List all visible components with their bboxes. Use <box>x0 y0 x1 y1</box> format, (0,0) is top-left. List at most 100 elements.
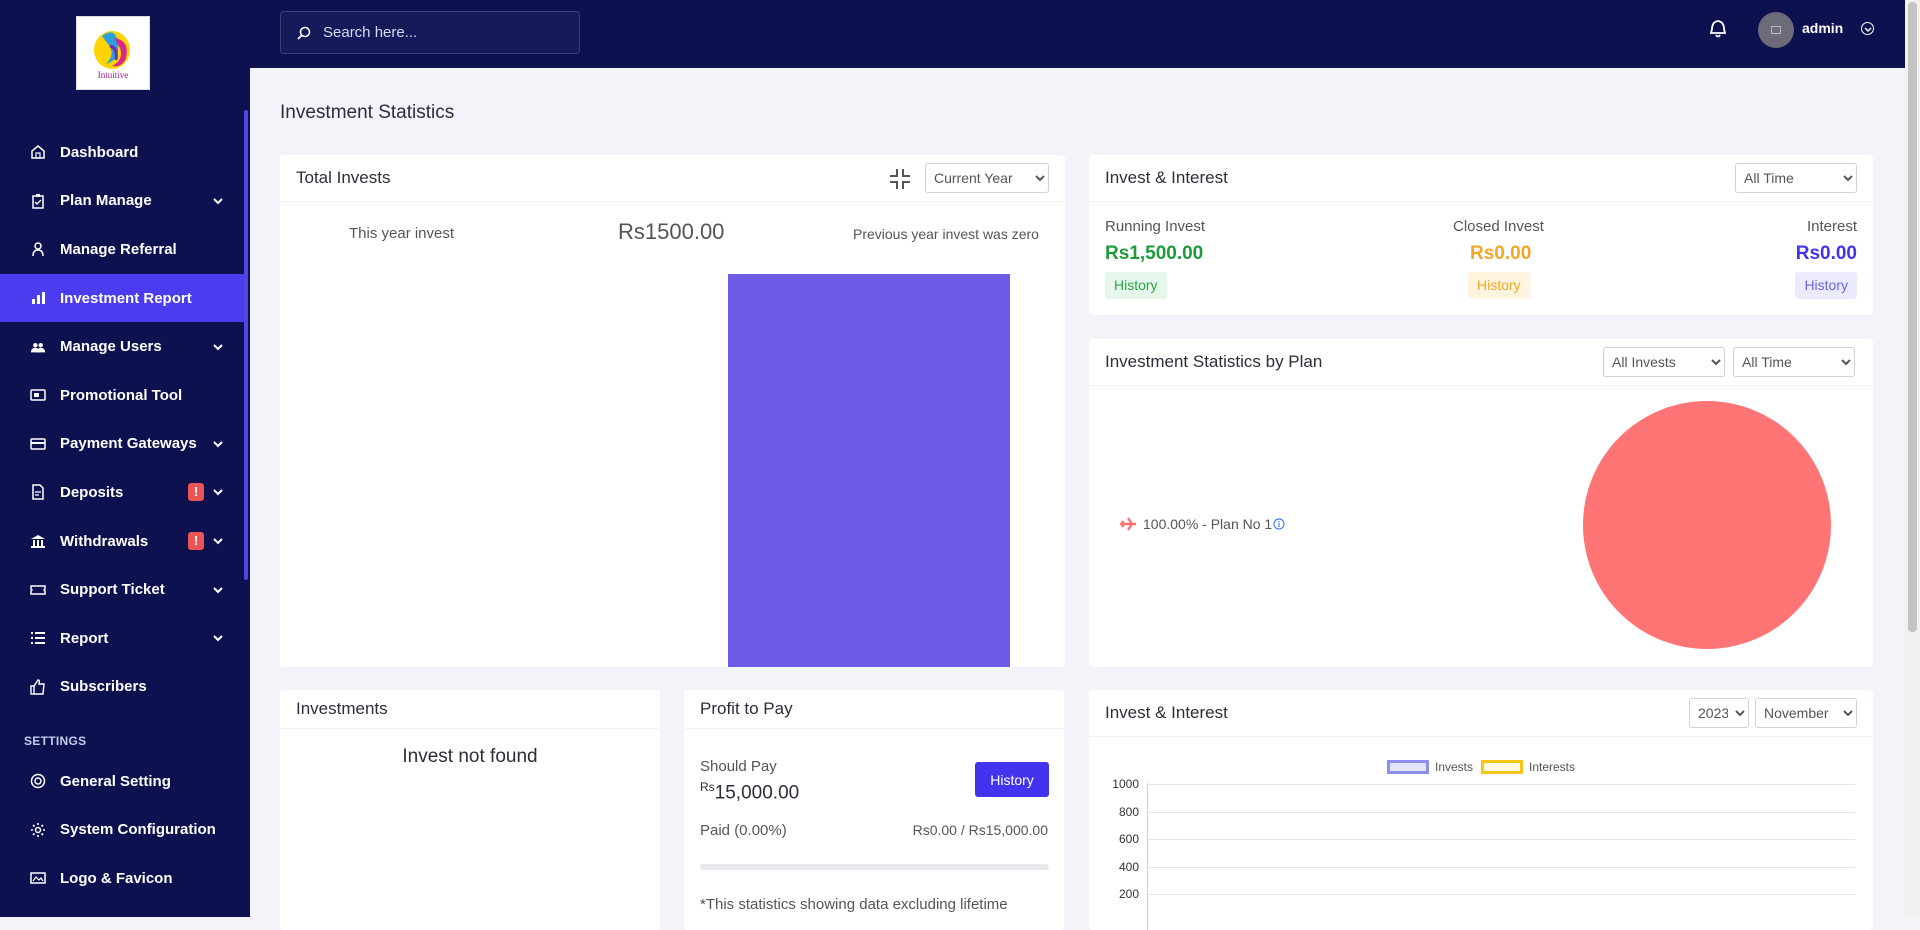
referral-icon <box>30 241 46 257</box>
bank-icon <box>30 533 46 549</box>
year-select[interactable]: 2023 <box>1689 698 1749 728</box>
paid-value: Rs0.00 / Rs15,000.00 <box>912 822 1048 838</box>
chevron-down-icon <box>213 635 223 642</box>
chevron-down-icon <box>213 198 223 205</box>
sidebar-item-label: Subscribers <box>60 678 147 696</box>
interest-value: Rs0.00 <box>1795 243 1857 264</box>
statistics-note: *This statistics showing data excluding … <box>700 896 1008 913</box>
sidebar-nav: Dashboard Plan Manage Manage Referral In… <box>0 128 244 711</box>
sidebar-item-logo-favicon[interactable]: Logo & Favicon <box>0 854 244 903</box>
info-icon[interactable] <box>1273 518 1285 530</box>
y-axis <box>1147 783 1148 930</box>
search-box[interactable] <box>280 11 580 54</box>
page-title: Investment Statistics <box>280 102 455 123</box>
total-invests-period-select[interactable]: Current Year <box>925 163 1049 193</box>
page-scrollbar-thumb[interactable] <box>1908 2 1917 632</box>
sidebar-item-plan-manage[interactable]: Plan Manage <box>0 177 244 226</box>
this-year-amount: Rs1500.00 <box>618 219 725 244</box>
sidebar-item-label: Deposits <box>60 483 124 501</box>
search-input[interactable] <box>323 24 563 41</box>
broken-image-icon <box>1771 26 1781 34</box>
sidebar-item-general-setting[interactable]: General Setting <box>0 757 244 806</box>
image-icon <box>30 870 46 886</box>
sidebar-item-label: Logo & Favicon <box>60 869 173 887</box>
legend-interests[interactable]: Interests <box>1481 760 1575 774</box>
sidebar-item-label: Payment Gateways <box>60 435 197 453</box>
sidebar-item-label: System Configuration <box>60 821 216 839</box>
username[interactable]: admin <box>1802 20 1843 36</box>
sidebar-item-promotional-tool[interactable]: Promotional Tool <box>0 371 244 420</box>
list-icon <box>30 630 46 646</box>
top-bar: admin <box>250 0 1905 68</box>
sidebar-item-payment-gateways[interactable]: Payment Gateways <box>0 420 244 469</box>
credit-card-icon <box>30 436 46 452</box>
statistics-by-plan-card: Investment Statistics by Plan All Invest… <box>1089 339 1873 667</box>
ticket-icon <box>30 582 46 598</box>
invest-interest-period-select[interactable]: All Time <box>1735 163 1857 193</box>
bar-chart-icon <box>30 290 46 306</box>
interests-swatch <box>1481 760 1523 774</box>
invest-bar <box>728 274 1010 667</box>
sidebar-item-withdrawals[interactable]: Withdrawals ! <box>0 517 244 566</box>
page-scrollbar[interactable] <box>1905 0 1920 917</box>
sidebar-item-support-ticket[interactable]: Support Ticket <box>0 565 244 614</box>
interest-history-button[interactable]: History <box>1795 272 1857 299</box>
should-pay-value: 15,000.00 <box>714 782 800 804</box>
compress-icon[interactable] <box>888 167 912 191</box>
sidebar-item-report[interactable]: Report <box>0 614 244 663</box>
plan-legend-label: 100.00% - Plan No 1 <box>1143 516 1273 532</box>
currency-symbol: Rs <box>700 780 715 794</box>
running-history-button[interactable]: History <box>1105 272 1167 299</box>
grid-line <box>1149 839 1855 840</box>
user-menu-chevron-icon[interactable] <box>1861 22 1874 35</box>
bell-icon[interactable] <box>1708 19 1728 39</box>
sidebar-settings-nav: General Setting System Configuration Log… <box>0 757 244 903</box>
invests-swatch <box>1387 760 1429 774</box>
plan-filter-select[interactable]: All Invests <box>1603 347 1725 377</box>
sidebar-scrollbar[interactable] <box>244 110 248 580</box>
month-select[interactable]: November <box>1755 698 1857 728</box>
sidebar-item-manage-referral[interactable]: Manage Referral <box>0 225 244 274</box>
should-pay-amount: Rs15,000.00 <box>700 780 799 804</box>
life-ring-icon <box>30 773 46 789</box>
sidebar-item-subscribers[interactable]: Subscribers <box>0 663 244 712</box>
avatar[interactable] <box>1758 12 1794 48</box>
withdrawals-alert-badge: ! <box>188 532 204 551</box>
logo-mark-icon <box>94 31 130 69</box>
profit-history-button[interactable]: History <box>975 762 1049 797</box>
closed-invest-value: Rs0.00 <box>1470 243 1532 264</box>
running-invest-label: Running Invest <box>1105 218 1206 235</box>
card-title: Profit to Pay <box>684 690 1064 729</box>
should-pay-label: Should Pay <box>700 758 777 775</box>
sidebar-item-deposits[interactable]: Deposits ! <box>0 468 244 517</box>
sidebar: Intuitive Dashboard Plan Manage Manage R… <box>0 0 250 917</box>
deposits-alert-badge: ! <box>188 483 204 502</box>
legend-invests[interactable]: Invests <box>1387 760 1473 774</box>
investments-card: Investments Invest not found <box>280 690 660 930</box>
chevron-down-icon <box>213 441 223 448</box>
plan-period-select[interactable]: All Time <box>1733 347 1855 377</box>
interest-label: Interest <box>1806 218 1857 235</box>
thumbs-up-icon <box>30 679 46 695</box>
card-title: Investments <box>280 690 660 729</box>
sidebar-item-label: Plan Manage <box>60 192 152 210</box>
grid-line <box>1149 784 1855 785</box>
invest-interest-card: Invest & Interest All Time Running Inves… <box>1089 155 1873 315</box>
users-icon <box>30 339 46 355</box>
sidebar-item-label: Dashboard <box>60 143 139 161</box>
y-tick-label: 1000 <box>1112 777 1139 791</box>
sidebar-item-investment-report[interactable]: Investment Report <box>0 273 244 323</box>
monthly-invest-interest-card: Invest & Interest 2023 November Invests … <box>1089 690 1873 930</box>
total-invests-card: Total Invests Current Year This year inv… <box>280 155 1065 667</box>
sidebar-item-dashboard[interactable]: Dashboard <box>0 128 244 177</box>
plan-legend: 100.00% - Plan No 1 <box>1119 516 1285 532</box>
sidebar-item-label: Promotional Tool <box>60 386 183 404</box>
closed-history-button[interactable]: History <box>1468 272 1530 299</box>
sidebar-item-system-configuration[interactable]: System Configuration <box>0 806 244 855</box>
y-tick-label: 600 <box>1118 832 1139 846</box>
this-year-label: This year invest <box>349 225 455 242</box>
gear-icon <box>30 822 46 838</box>
grid-line <box>1149 867 1855 868</box>
sidebar-item-manage-users[interactable]: Manage Users <box>0 322 244 371</box>
app-logo[interactable]: Intuitive <box>76 16 150 90</box>
